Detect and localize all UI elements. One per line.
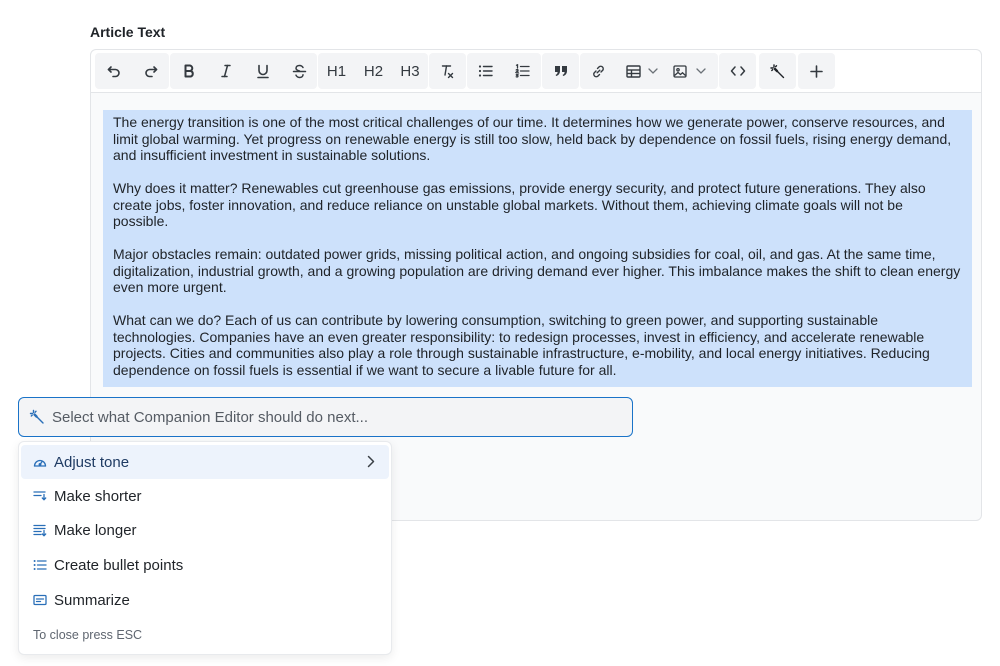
companion-input-placeholder: Select what Companion Editor should do n… [52, 408, 369, 426]
quote-group [542, 53, 579, 89]
image-icon [673, 64, 687, 78]
menu-item-create-bullet-points[interactable]: Create bullet points [21, 548, 389, 582]
paragraph[interactable]: Why does it matter? Renewables cut green… [103, 180, 972, 230]
magic-wand-icon [770, 63, 785, 78]
undo-icon [107, 66, 120, 78]
menu-item-make-shorter[interactable]: Make shorter [21, 479, 389, 513]
heading-group: H1 H2 H3 [318, 53, 428, 89]
lengthen-text-icon [33, 523, 47, 537]
numbered-list-icon [514, 64, 530, 78]
menu-item-label: Make shorter [54, 487, 142, 505]
heading3-button[interactable]: H3 [392, 53, 428, 89]
menu-item-label: Create bullet points [54, 556, 184, 574]
paragraph[interactable]: Major obstacles remain: outdated power g… [103, 246, 972, 296]
summary-card-icon [33, 593, 47, 607]
companion-actions-menu: Adjust tone Make shorter Make longer Cre… [18, 441, 392, 655]
link-button[interactable] [580, 53, 617, 89]
code-group [719, 53, 756, 89]
chevron-down-icon [648, 68, 658, 74]
link-icon [593, 65, 604, 77]
numbered-list-button[interactable] [504, 53, 541, 89]
italic-button[interactable] [207, 53, 244, 89]
editor-toolbar: H1 H2 H3 [91, 50, 981, 93]
inline-format-group [170, 53, 317, 89]
insert-button[interactable] [798, 53, 835, 89]
table-icon [626, 64, 641, 78]
menu-item-summarize[interactable]: Summarize [21, 583, 389, 617]
list-group [467, 53, 541, 89]
underline-icon [256, 64, 269, 78]
undo-button[interactable] [95, 53, 132, 89]
image-button[interactable] [661, 53, 706, 89]
field-label: Article Text [90, 24, 166, 40]
insert-media-group [580, 53, 718, 89]
close-hint: To close press ESC [33, 628, 143, 642]
redo-button[interactable] [132, 53, 169, 89]
menu-item-adjust-tone[interactable]: Adjust tone [21, 445, 389, 479]
heading2-button[interactable]: H2 [355, 53, 392, 89]
clear-format-button[interactable] [429, 53, 466, 89]
heading1-button[interactable]: H1 [318, 53, 355, 89]
italic-icon [220, 64, 231, 78]
chevron-right-icon [367, 455, 375, 468]
gauge-icon [33, 455, 47, 469]
bullet-list-button[interactable] [467, 53, 504, 89]
shorten-text-icon [33, 489, 47, 503]
insert-group [798, 53, 835, 89]
menu-item-label: Adjust tone [54, 453, 130, 471]
redo-icon [144, 66, 157, 78]
magic-wand-icon [29, 409, 44, 424]
bullet-list-icon [33, 558, 47, 572]
editor-content-selection[interactable]: The energy transition is one of the most… [103, 110, 972, 387]
blockquote-icon [554, 66, 567, 76]
bold-icon [184, 64, 194, 78]
strikethrough-button[interactable] [281, 53, 317, 89]
history-group [95, 53, 169, 89]
bold-button[interactable] [170, 53, 207, 89]
underline-button[interactable] [244, 53, 281, 89]
strikethrough-icon [292, 64, 306, 78]
menu-item-label: Summarize [54, 591, 130, 609]
clear-format-icon [441, 64, 454, 78]
menu-item-label: Make longer [54, 521, 137, 539]
companion-command-input[interactable]: Select what Companion Editor should do n… [18, 397, 633, 437]
table-button[interactable] [617, 53, 661, 89]
ai-group [759, 53, 796, 89]
paragraph[interactable]: What can we do? Each of us can contribut… [103, 312, 972, 378]
paragraph[interactable]: The energy transition is one of the most… [103, 114, 972, 164]
ai-companion-button[interactable] [759, 53, 796, 89]
plus-icon [810, 64, 823, 78]
code-icon [730, 66, 745, 76]
code-button[interactable] [719, 53, 756, 89]
blockquote-button[interactable] [542, 53, 579, 89]
clear-group [429, 53, 466, 89]
menu-item-make-longer[interactable]: Make longer [21, 513, 389, 547]
bullet-list-icon [478, 65, 493, 77]
chevron-down-icon [696, 68, 706, 74]
